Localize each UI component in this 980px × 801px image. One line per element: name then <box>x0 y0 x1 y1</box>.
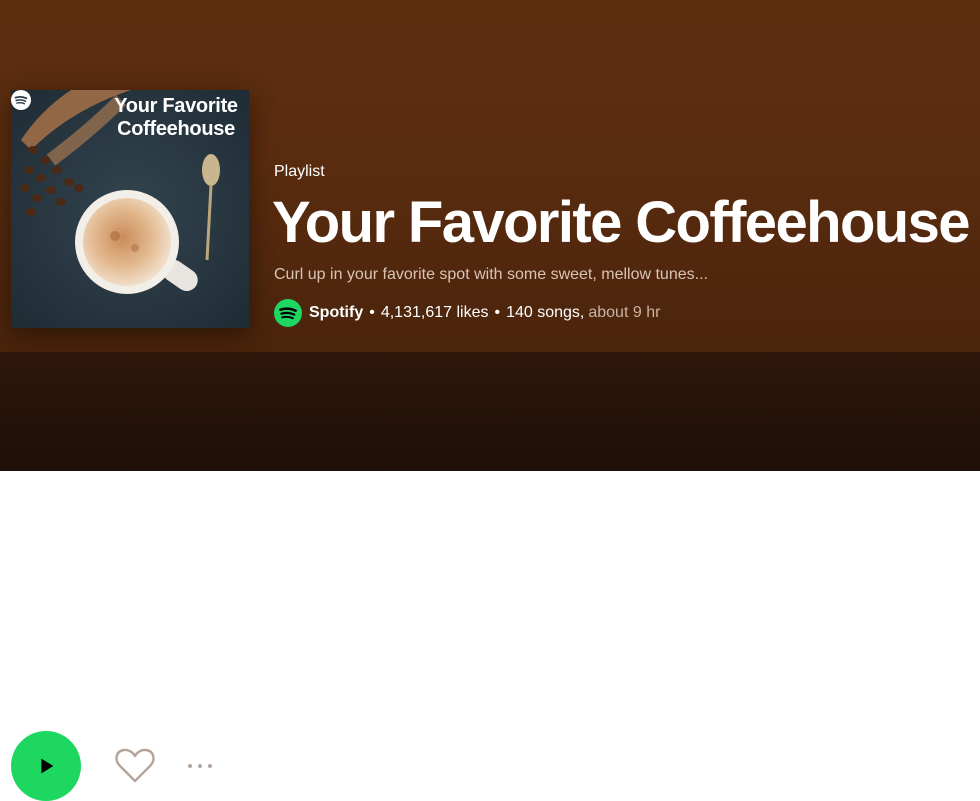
playlist-likes: 4,131,617 likes <box>380 304 489 321</box>
cover-title-line-2: Coffeehouse <box>117 118 235 140</box>
playlist-type-label: Playlist <box>274 163 325 180</box>
cover-title: Your Favorite Coffeehouse <box>101 95 249 141</box>
more-options-icon <box>208 764 212 768</box>
spotify-logo-icon <box>11 90 31 110</box>
playlist-byline: Spotify • 4,131,617 likes • 140 songs, a… <box>274 298 660 328</box>
action-bar <box>0 352 980 801</box>
spotify-logo-icon <box>274 299 302 327</box>
like-button[interactable] <box>114 746 156 786</box>
heart-icon <box>115 748 155 783</box>
cover-title-line-1: Your Favorite <box>114 95 238 117</box>
play-icon <box>41 758 54 774</box>
playlist-cover-image: Your Favorite Coffeehouse <box>11 90 249 328</box>
play-button[interactable] <box>11 731 81 801</box>
playlist-header: Your Favorite Coffeehouse Playlist Your … <box>0 0 980 352</box>
separator-dot: • <box>494 304 501 321</box>
more-options-icon <box>188 764 192 768</box>
more-options-icon <box>198 764 202 768</box>
playlist-song-count: 140 songs, <box>506 304 585 321</box>
playlist-duration: about 9 hr <box>588 304 661 321</box>
separator-dot: • <box>369 304 375 321</box>
more-options-button[interactable] <box>180 752 220 780</box>
playlist-description: Curl up in your favorite spot with some … <box>274 266 708 283</box>
playlist-title: Your Favorite Coffeehouse <box>272 190 971 255</box>
playlist-owner-link[interactable]: Spotify <box>309 304 363 322</box>
